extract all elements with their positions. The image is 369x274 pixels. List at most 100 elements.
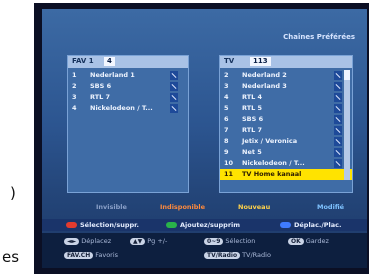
channel-name: TV Home kanaal <box>242 170 302 178</box>
channel-name: Jetix / Veronica <box>242 137 298 145</box>
channel-number: 9 <box>224 148 229 156</box>
channel-number: 6 <box>224 115 229 123</box>
blue-button-label: Déplac./Plac. <box>294 221 342 229</box>
tv-channel-list[interactable]: 2 Nederland 2 3 Nederland 3 4 RTL 4 5 RTL 5 6 SBS… <box>220 70 352 180</box>
channel-name: SBS 6 <box>242 115 264 123</box>
tv-channels-panel: TV 113 2 Nederland 2 3 Nederland 3 4 RTL 4 5 RT… <box>219 55 353 193</box>
red-select-delete-button[interactable]: Sélection/suppr. <box>66 221 139 229</box>
scrambled-icon <box>334 71 342 80</box>
favorites-panel: FAV 1 4 1 Nederland 1 2 SBS 6 3 RTL 7 4 Nickelo… <box>67 55 189 193</box>
favorite-channel-row[interactable]: 2 SBS 6 <box>68 81 188 92</box>
green-add-remove-button[interactable]: Ajoutez/supprim <box>166 221 240 229</box>
scrambled-icon <box>170 82 178 91</box>
scrambled-icon <box>334 115 342 124</box>
channel-number: 7 <box>224 126 229 134</box>
channel-number: 5 <box>224 104 229 112</box>
tv-channel-row[interactable]: 7 RTL 7 <box>220 125 352 136</box>
channel-name: Nederland 2 <box>242 71 287 79</box>
tv-channel-row[interactable]: 6 SBS 6 <box>220 114 352 125</box>
scrambled-icon <box>170 104 178 113</box>
tv-channel-row[interactable]: 10 Nickelodeon / T... <box>220 158 352 169</box>
tv-screen: Chaînes Préférées FAV 1 4 1 Nederland 1 2 S… <box>42 9 367 268</box>
scrambled-icon <box>170 93 178 102</box>
channel-name: RTL 7 <box>242 126 263 134</box>
legend-modified: Modifié <box>317 203 345 211</box>
favorites-channel-list[interactable]: 1 Nederland 1 2 SBS 6 3 RTL 7 4 Nickelodeon / T… <box>68 70 188 114</box>
tv-channel-row[interactable]: 11 TV Home kanaal <box>220 169 352 180</box>
scrambled-icon <box>334 159 342 168</box>
favorites-group-label[interactable]: FAV 1 <box>72 57 94 65</box>
help-page: ▲▼ Pg +/- <box>130 237 167 245</box>
green-button-label: Ajoutez/supprim <box>180 221 241 229</box>
help-tv-radio: TV/Radio TV/Radio <box>204 251 271 259</box>
channel-name: RTL 7 <box>90 93 111 101</box>
help-tv-radio-label: TV/Radio <box>242 251 271 259</box>
help-page-label: Pg +/- <box>147 237 168 245</box>
tv-channel-count: 113 <box>250 57 271 66</box>
channel-number: 2 <box>224 71 229 79</box>
help-favorites: FAV.CH Favoris <box>64 251 118 259</box>
scrambled-icon <box>170 71 178 80</box>
channel-number: 8 <box>224 137 229 145</box>
help-select-label: Sélection <box>225 237 256 245</box>
left-right-key-icon: ◄► <box>64 238 80 245</box>
channel-name: Nederland 1 <box>90 71 135 79</box>
channel-number: 10 <box>224 159 234 167</box>
legend-new: Nouveau <box>238 203 271 211</box>
tv-channel-row[interactable]: 5 RTL 5 <box>220 103 352 114</box>
tv-channel-row[interactable]: 8 Jetix / Veronica <box>220 136 352 147</box>
ok-key-icon: OK <box>288 238 304 245</box>
status-legend: Invisible Indisponible Nouveau Modifié <box>42 203 367 217</box>
tv-frame: Chaînes Préférées FAV 1 4 1 Nederland 1 2 S… <box>34 3 369 274</box>
channel-name: Nederland 3 <box>242 82 287 90</box>
scrambled-icon <box>334 126 342 135</box>
channel-number: 11 <box>224 170 234 178</box>
channel-number: 3 <box>224 82 229 90</box>
scrambled-icon <box>334 137 342 146</box>
red-dot-icon <box>66 222 77 228</box>
favorite-channel-row[interactable]: 3 RTL 7 <box>68 92 188 103</box>
favorite-channel-row[interactable]: 4 Nickelodeon / T... <box>68 103 188 114</box>
screen-title: Chaînes Préférées <box>283 33 355 41</box>
channel-name: Net 5 <box>242 148 262 156</box>
channel-name: Nickelodeon / T... <box>242 159 305 167</box>
blue-dot-icon <box>280 222 291 228</box>
legend-unavailable: Indisponible <box>160 203 206 211</box>
red-button-label: Sélection/suppr. <box>80 221 139 229</box>
up-down-key-icon: ▲▼ <box>130 238 146 245</box>
green-dot-icon <box>166 222 177 228</box>
favorites-panel-header: FAV 1 4 <box>68 56 188 68</box>
caption-fragment: es <box>2 248 20 266</box>
favorite-channel-row[interactable]: 1 Nederland 1 <box>68 70 188 81</box>
channel-name: RTL 5 <box>242 104 263 112</box>
tv-channel-row[interactable]: 9 Net 5 <box>220 147 352 158</box>
tv-channel-row[interactable]: 4 RTL 4 <box>220 92 352 103</box>
channel-number: 4 <box>224 93 229 101</box>
help-select: 0~9 Sélection <box>204 237 255 245</box>
tv-list-scrollbar[interactable] <box>344 70 350 180</box>
help-move-label: Déplacez <box>81 237 112 245</box>
tv-channel-row[interactable]: 2 Nederland 2 <box>220 70 352 81</box>
tv-channel-row[interactable]: 3 Nederland 3 <box>220 81 352 92</box>
color-button-bar: Sélection/suppr. Ajoutez/supprim Déplac.… <box>42 219 367 231</box>
fav-key-icon: FAV.CH <box>64 252 94 259</box>
scrambled-icon <box>334 82 342 91</box>
caption-paren: ) <box>10 184 16 202</box>
channel-number: 4 <box>72 104 77 112</box>
help-favorites-label: Favoris <box>95 251 119 259</box>
channel-name: SBS 6 <box>90 82 112 90</box>
channel-number: 2 <box>72 82 77 90</box>
scrambled-icon <box>334 93 342 102</box>
tv-channels-panel-header: TV 113 <box>220 56 352 68</box>
help-move: ◄► Déplacez <box>64 237 111 245</box>
favorites-count: 4 <box>104 57 115 66</box>
help-save-label: Gardez <box>305 237 329 245</box>
scrambled-icon <box>334 148 342 157</box>
blue-move-button[interactable]: Déplac./Plac. <box>280 221 341 229</box>
channel-number: 1 <box>72 71 77 79</box>
tv-list-label[interactable]: TV <box>224 57 234 65</box>
help-bar: ◄► Déplacez ▲▼ Pg +/- 0~9 Sélection OK Garde… <box>42 233 367 268</box>
channel-name: RTL 4 <box>242 93 263 101</box>
channel-name: Nickelodeon / T... <box>90 104 153 112</box>
tv-list-scroll-thumb[interactable] <box>344 70 350 80</box>
